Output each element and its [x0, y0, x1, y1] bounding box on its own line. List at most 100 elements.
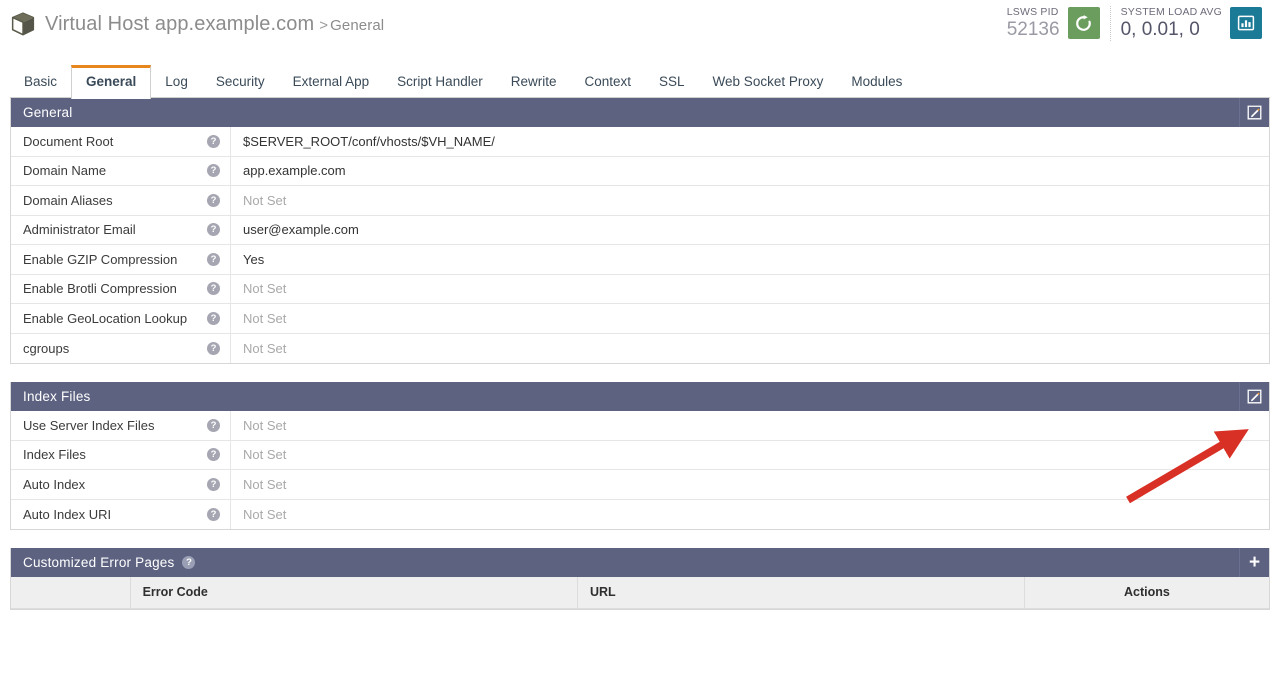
row-label-enable-geolocation-lookup: Enable GeoLocation Lookup ?	[11, 304, 231, 333]
row-label-administrator-email: Administrator Email ?	[11, 215, 231, 244]
panel-error-pages: Customized Error Pages ? + Error Code UR…	[10, 548, 1270, 610]
tab-log[interactable]: Log	[151, 66, 202, 98]
label-text: Enable Brotli Compression	[23, 281, 177, 297]
row-label-document-root: Document Root ?	[11, 127, 231, 156]
table-row: Enable GZIP Compression ? Yes	[11, 245, 1269, 275]
table-row: Domain Name ? app.example.com	[11, 156, 1269, 186]
row-label-index-files: Index Files ?	[11, 440, 231, 469]
tab-basic[interactable]: Basic	[10, 66, 71, 98]
help-icon[interactable]: ?	[207, 134, 220, 148]
table-row: cgroups ? Not Set	[11, 333, 1269, 363]
view-realtime-stats-button[interactable]	[1230, 7, 1262, 40]
panel-index-files-header: Index Files	[11, 382, 1269, 411]
panel-index-files-edit-button[interactable]	[1239, 382, 1269, 411]
panel-error-pages-help[interactable]: ?	[182, 556, 196, 569]
col-header-blank	[11, 577, 131, 609]
help-icon[interactable]: ?	[207, 341, 220, 355]
tab-web-socket-proxy[interactable]: Web Socket Proxy	[699, 66, 838, 98]
row-label-cgroups: cgroups ?	[11, 333, 231, 363]
lsws-pid-label: LSWS PID	[1006, 6, 1059, 18]
help-icon[interactable]: ?	[207, 507, 220, 521]
row-label-domain-aliases: Domain Aliases ?	[11, 186, 231, 215]
help-icon[interactable]: ?	[207, 252, 220, 266]
row-value-document-root: $SERVER_ROOT/conf/vhosts/$VH_NAME/	[243, 133, 495, 149]
tab-context[interactable]: Context	[570, 66, 645, 98]
restart-server-button[interactable]	[1067, 7, 1100, 40]
help-icon[interactable]: ?	[207, 223, 220, 237]
refresh-icon	[1076, 15, 1091, 31]
label-text: Domain Aliases	[23, 192, 113, 208]
help-icon[interactable]: ?	[207, 282, 220, 296]
page-title-text: Virtual Host app.example.com > General	[45, 13, 384, 36]
title-separator: >	[319, 16, 329, 34]
panel-general-header: General	[11, 98, 1269, 127]
row-value-cgroups: Not Set	[243, 340, 287, 356]
error-pages-table: Error Code URL Actions	[11, 577, 1269, 609]
plus-icon: +	[1248, 552, 1261, 573]
help-icon[interactable]: ?	[207, 418, 220, 432]
top-header: Virtual Host app.example.com > General LSW…	[0, 0, 1280, 62]
panel-index-files-title: Index Files	[23, 389, 91, 404]
row-label-domain-name: Domain Name ?	[11, 156, 231, 185]
stat-lsws-pid: LSWS PID 52136	[997, 6, 1110, 41]
row-value-enable-gzip-compression: Yes	[243, 251, 265, 267]
panel-error-pages-header: Customized Error Pages ? +	[11, 548, 1269, 577]
stat-system-load: SYSTEM LOAD AVG 0, 0.01, 0	[1109, 6, 1272, 41]
label-text: Administrator Email	[23, 222, 136, 238]
help-icon[interactable]: ?	[207, 311, 220, 325]
table-row: Document Root ? $SERVER_ROOT/conf/vhosts…	[11, 127, 1269, 157]
row-label-use-server-index-files: Use Server Index Files ?	[11, 411, 231, 440]
tab-bar: Basic General Log Security External App …	[0, 62, 1280, 99]
label-text: Index Files	[23, 447, 86, 463]
page-root: Virtual Host app.example.com > General LSW…	[0, 0, 1280, 674]
row-value-enable-brotli-compression: Not Set	[243, 281, 287, 297]
label-text: cgroups	[23, 340, 70, 356]
tab-security[interactable]: Security	[202, 66, 279, 98]
label-text: Domain Name	[23, 163, 107, 179]
help-icon[interactable]: ?	[207, 477, 220, 491]
panel-general: General Document Root ? $SERVER_ROOT/con…	[10, 98, 1270, 364]
label-text: Auto Index URI	[23, 506, 112, 522]
row-label-enable-brotli-compression: Enable Brotli Compression ?	[11, 274, 231, 303]
table-row: Enable Brotli Compression ? Not Set	[11, 274, 1269, 304]
add-error-page-button[interactable]: +	[1239, 548, 1269, 577]
tab-general[interactable]: General	[71, 65, 152, 99]
panel-general-edit-button[interactable]	[1239, 98, 1269, 127]
label-text: Auto Index	[23, 476, 86, 492]
col-header-url: URL	[577, 577, 1025, 609]
help-icon: ?	[182, 556, 196, 569]
label-text: Use Server Index Files	[23, 417, 155, 433]
row-label-enable-gzip-compression: Enable GZIP Compression ?	[11, 245, 231, 274]
table-row: Enable GeoLocation Lookup ? Not Set	[11, 304, 1269, 334]
row-value-domain-name: app.example.com	[243, 163, 346, 179]
col-header-actions: Actions	[1024, 577, 1269, 609]
panel-general-title: General	[23, 105, 73, 120]
table-header-row: Error Code URL Actions	[11, 577, 1269, 609]
panel-index-files: Index Files Use Server Index Files ? Not…	[10, 382, 1270, 530]
row-value-use-server-index-files: Not Set	[243, 417, 287, 433]
tab-external-app[interactable]: External App	[279, 66, 384, 98]
row-value-domain-aliases: Not Set	[243, 192, 287, 208]
breadcrumb: General	[330, 16, 385, 34]
tab-ssl[interactable]: SSL	[645, 66, 699, 98]
help-icon[interactable]: ?	[207, 164, 220, 178]
title-prefix: Virtual Host	[45, 12, 150, 35]
bar-chart-icon	[1237, 16, 1255, 31]
label-text: Enable GZIP Compression	[23, 251, 178, 267]
tab-modules[interactable]: Modules	[837, 66, 916, 98]
tab-rewrite[interactable]: Rewrite	[497, 66, 571, 98]
edit-pencil-icon	[1247, 105, 1262, 120]
system-load-value: 0, 0.01, 0	[1120, 19, 1200, 41]
table-row: Auto Index URI ? Not Set	[11, 499, 1269, 529]
row-value-auto-index: Not Set	[243, 476, 287, 492]
tab-script-handler[interactable]: Script Handler	[383, 66, 497, 98]
label-text: Document Root	[23, 133, 114, 149]
row-value-index-files: Not Set	[243, 447, 287, 463]
status-indicators: LSWS PID 52136 SYSTEM LOAD AVG 0, 0.01, …	[997, 6, 1272, 41]
panel-error-pages-title: Customized Error Pages	[23, 555, 175, 570]
col-header-error-code: Error Code	[130, 577, 578, 609]
row-label-auto-index: Auto Index ?	[11, 470, 231, 499]
cube-icon	[11, 12, 35, 36]
help-icon[interactable]: ?	[207, 193, 220, 207]
help-icon[interactable]: ?	[207, 448, 220, 462]
